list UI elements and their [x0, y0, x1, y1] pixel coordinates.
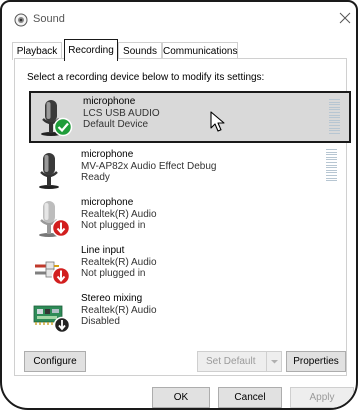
sound-card-icon — [33, 305, 71, 334]
device-status: Disabled — [81, 316, 120, 327]
device-driver: LCS USB AUDIO — [83, 107, 160, 119]
tab-recording[interactable]: Recording — [64, 39, 118, 61]
microphone-default-icon — [41, 100, 73, 137]
device-driver: Realtek(R) Audio — [81, 304, 157, 316]
microphone-unplugged-icon — [39, 201, 71, 238]
level-meter-segment — [329, 132, 340, 134]
level-meter-segment — [326, 162, 337, 163]
level-meter-segment — [329, 117, 340, 119]
close-icon[interactable] — [338, 11, 352, 25]
device-row-stereo-mixing[interactable]: Stereo mixing Realtek(R) Audio Disabled — [27, 289, 337, 335]
level-meter-segment — [329, 114, 340, 116]
level-meter-segment — [329, 99, 340, 100]
level-meter-segment — [329, 104, 340, 106]
level-meter-segment — [326, 156, 337, 158]
device-info: microphone LCS USB AUDIO Default Device — [83, 96, 160, 131]
level-meter-segment — [329, 119, 340, 121]
line-input-icon — [35, 261, 71, 286]
level-meter-segment — [326, 175, 337, 176]
apply-button[interactable]: Apply — [290, 387, 354, 408]
properties-button[interactable]: Properties — [286, 351, 346, 372]
configure-button[interactable]: Configure — [24, 351, 86, 372]
device-status: Ready — [81, 172, 110, 183]
level-meter-segment — [326, 167, 337, 169]
title-bar: Sound — [2, 2, 356, 36]
cancel-button[interactable]: Cancel — [218, 387, 282, 408]
recording-panel: Select a recording device below to modif… — [14, 58, 351, 376]
level-meter-segment — [329, 101, 340, 103]
level-meter-segment — [329, 106, 340, 108]
device-driver: Realtek(R) Audio — [81, 256, 157, 268]
device-name: microphone — [81, 149, 134, 160]
device-status: Default Device — [83, 119, 149, 130]
device-name: Stereo mixing — [81, 293, 143, 304]
level-meter-segment — [326, 164, 337, 166]
device-name: microphone — [83, 96, 136, 107]
device-info: Stereo mixing Realtek(R) Audio Disabled — [81, 293, 157, 328]
level-meter-segment — [326, 149, 337, 150]
level-meter-segment — [329, 125, 340, 126]
level-meter-segment — [329, 130, 340, 132]
device-driver: Realtek(R) Audio — [81, 208, 157, 220]
microphone-icon — [39, 153, 59, 189]
device-row-lcs-usb-audio[interactable]: microphone LCS USB AUDIO Default Device — [29, 91, 351, 143]
level-meter-segment — [326, 172, 337, 174]
set-default-label: Set Default — [206, 356, 256, 367]
device-list: microphone LCS USB AUDIO Default Device … — [27, 89, 351, 389]
level-meter — [329, 99, 340, 137]
level-meter-segment — [326, 177, 337, 179]
device-name: microphone — [81, 197, 134, 208]
mouse-cursor-icon — [210, 111, 225, 132]
level-meter-segment — [326, 151, 337, 153]
level-meter-segment — [326, 159, 337, 161]
device-row-line-input[interactable]: Line input Realtek(R) Audio Not plugged … — [27, 241, 337, 287]
chevron-down-icon — [271, 360, 278, 364]
sound-dialog: Sound Playback Recording Sounds Communic… — [0, 0, 358, 410]
level-meter-segment — [329, 122, 340, 124]
level-meter-segment — [326, 154, 337, 156]
level-meter-segment — [326, 180, 337, 182]
set-default-button[interactable]: Set Default — [197, 351, 282, 372]
level-meter-segment — [326, 169, 337, 171]
device-row-realtek-microphone[interactable]: microphone Realtek(R) Audio Not plugged … — [27, 193, 337, 239]
instruction-text: Select a recording device below to modif… — [27, 72, 265, 83]
level-meter — [326, 149, 337, 185]
speaker-icon — [14, 13, 28, 27]
device-status: Not plugged in — [81, 220, 146, 231]
device-info: microphone MV-AP82x Audio Effect Debug R… — [81, 149, 216, 184]
device-status: Not plugged in — [81, 268, 146, 279]
ok-button[interactable]: OK — [152, 387, 210, 408]
level-meter-segment — [329, 112, 340, 113]
set-default-dropdown[interactable] — [266, 352, 281, 371]
device-info: Line input Realtek(R) Audio Not plugged … — [81, 245, 157, 280]
level-meter-segment — [329, 127, 340, 129]
device-info: microphone Realtek(R) Audio Not plugged … — [81, 197, 157, 232]
device-row-mv-ap82x[interactable]: microphone MV-AP82x Audio Effect Debug R… — [27, 145, 337, 191]
level-meter-segment — [329, 109, 340, 111]
device-driver: MV-AP82x Audio Effect Debug — [81, 160, 217, 172]
device-name: Line input — [81, 245, 125, 256]
window-title: Sound — [33, 13, 65, 25]
